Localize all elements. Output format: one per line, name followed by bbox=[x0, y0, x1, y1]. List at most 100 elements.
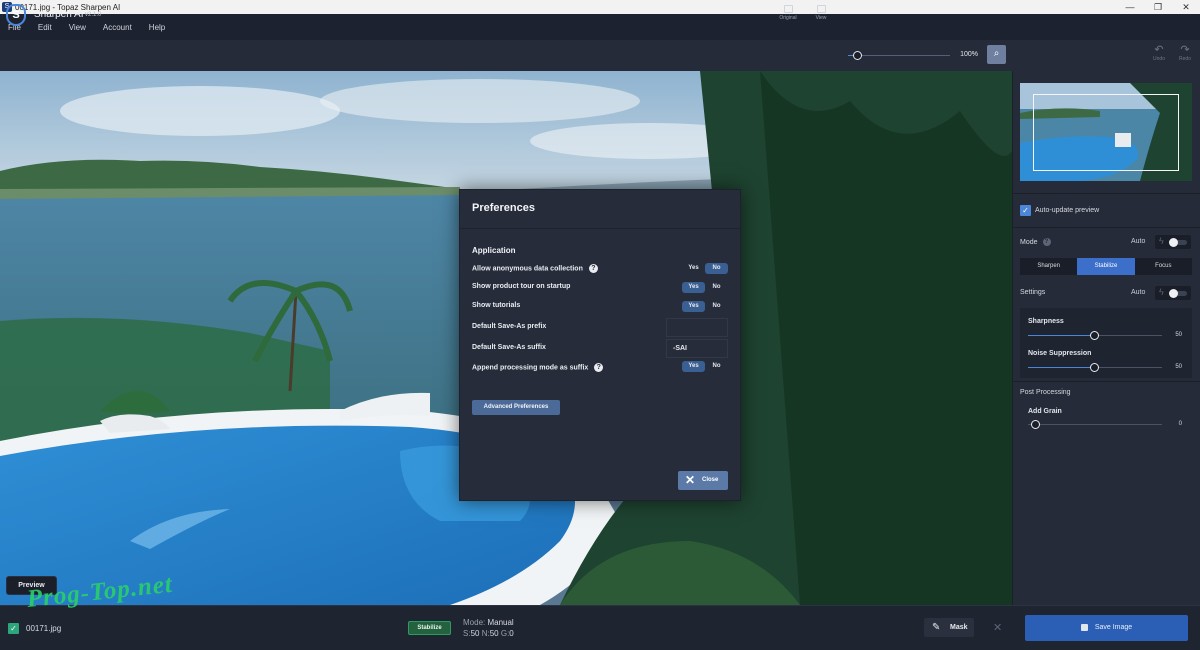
noise-value: 50 bbox=[1175, 364, 1182, 370]
save-image-button[interactable]: Save Image bbox=[1025, 615, 1188, 641]
settings-auto-label: Auto bbox=[1131, 289, 1146, 296]
auto-update-checkbox[interactable]: ✓ bbox=[1020, 205, 1031, 216]
toggle-no[interactable]: No bbox=[705, 301, 728, 312]
sharpness-handle[interactable] bbox=[1090, 331, 1099, 340]
settings-auto-switch[interactable]: ϟ bbox=[1155, 286, 1191, 300]
menu-help[interactable]: Help bbox=[149, 23, 165, 32]
tab-focus[interactable]: Focus bbox=[1135, 258, 1192, 275]
view-mode-button[interactable]: View bbox=[808, 5, 834, 21]
sharpness-value: 50 bbox=[1175, 332, 1182, 338]
header-toolbar bbox=[0, 40, 1200, 71]
undo-button[interactable]: ↶ Undo bbox=[1148, 44, 1170, 62]
tab-sharpen[interactable]: Sharpen bbox=[1020, 258, 1077, 275]
help-icon[interactable]: ? bbox=[1042, 238, 1051, 246]
viewport-frame[interactable] bbox=[1033, 94, 1179, 171]
app-version: v2.1.0 bbox=[85, 12, 102, 18]
image-icon bbox=[783, 5, 793, 13]
file-checkbox[interactable]: ✓ bbox=[8, 623, 19, 634]
bolt-icon: ϟ bbox=[1159, 236, 1164, 246]
mode-label: Mode bbox=[1020, 238, 1038, 246]
app-name: Sharpen AI bbox=[34, 9, 84, 20]
pref-append-mode: Append processing mode as suffix? bbox=[472, 363, 604, 372]
divider bbox=[1012, 193, 1200, 194]
auto-update-label: Auto-update preview bbox=[1035, 207, 1100, 214]
redo-icon: ↷ bbox=[1180, 44, 1190, 56]
title-bar: S 00171.jpg - Topaz Sharpen AI — ❐ ✕ bbox=[0, 0, 1200, 14]
toggle-no[interactable]: No bbox=[705, 263, 728, 274]
toggle-yes[interactable]: Yes bbox=[682, 301, 705, 312]
close-button[interactable]: ✕ Close bbox=[678, 471, 728, 490]
menu-account[interactable]: Account bbox=[103, 23, 132, 32]
grain-label: Add Grain bbox=[1028, 408, 1062, 415]
pref-label: Show tutorials bbox=[472, 302, 521, 309]
undo-label: Undo bbox=[1153, 56, 1165, 62]
undo-icon: ↶ bbox=[1154, 44, 1164, 56]
n-value: 50 bbox=[489, 629, 499, 638]
help-icon[interactable]: ? bbox=[594, 363, 604, 372]
view-label: View bbox=[815, 15, 827, 21]
mode-info: Mode: Manual S:50 N:50 G:0 bbox=[463, 617, 514, 639]
zoom-slider-handle[interactable] bbox=[853, 51, 862, 60]
zoom-slider-track[interactable] bbox=[848, 55, 950, 56]
help-icon[interactable]: ? bbox=[588, 264, 598, 273]
toggle-tutorials[interactable]: Yes No bbox=[682, 301, 728, 312]
suffix-input[interactable] bbox=[666, 339, 728, 358]
pref-tutorials: Show tutorials bbox=[472, 302, 520, 309]
preferences-dialog: Preferences Application Allow anonymous … bbox=[459, 189, 741, 501]
sharpen-logo-icon: S bbox=[6, 4, 26, 26]
original-view-button[interactable]: Original bbox=[775, 5, 801, 21]
toggle-data-collection[interactable]: Yes No bbox=[682, 263, 728, 274]
menu-bar: File Edit View Account Help bbox=[0, 14, 1200, 40]
mode-caption: Mode: bbox=[463, 618, 486, 627]
g-value: 0 bbox=[509, 629, 514, 638]
prefix-input[interactable] bbox=[666, 318, 728, 337]
redo-button[interactable]: ↷ Redo bbox=[1174, 44, 1196, 62]
divider bbox=[460, 228, 740, 229]
toggle-yes[interactable]: Yes bbox=[682, 282, 705, 293]
s-value: 50 bbox=[470, 629, 480, 638]
settings-label: Settings bbox=[1020, 289, 1046, 296]
mask-button[interactable]: ✎ Mask bbox=[924, 618, 974, 637]
noise-label: Noise Suppression bbox=[1028, 350, 1092, 357]
noise-handle[interactable] bbox=[1090, 363, 1099, 372]
toggle-yes[interactable]: Yes bbox=[682, 263, 705, 274]
switch-knob bbox=[1169, 289, 1178, 298]
close-label: Close bbox=[702, 477, 719, 483]
minimize-icon[interactable]: — bbox=[1116, 0, 1144, 14]
restore-icon[interactable]: ❐ bbox=[1144, 0, 1172, 14]
toggle-no[interactable]: No bbox=[705, 361, 728, 372]
original-label: Original bbox=[779, 15, 797, 21]
zoom-icon[interactable]: ⌕ bbox=[987, 45, 1006, 64]
dialog-title: Preferences bbox=[472, 202, 535, 214]
mode-badge: Stabilize bbox=[408, 621, 451, 635]
advanced-preferences-button[interactable]: Advanced Preferences bbox=[472, 400, 560, 415]
tab-stabilize[interactable]: Stabilize bbox=[1077, 258, 1135, 275]
mode-auto-label: Auto bbox=[1131, 238, 1146, 245]
remove-file-icon[interactable]: ✕ bbox=[993, 621, 1002, 634]
divider bbox=[1012, 381, 1200, 382]
bolt-icon: ϟ bbox=[1159, 287, 1164, 297]
n-caption: N: bbox=[481, 629, 490, 638]
file-name: 00171.jpg bbox=[26, 624, 62, 633]
mode-value: Manual bbox=[487, 618, 514, 627]
menu-edit[interactable]: Edit bbox=[38, 23, 52, 32]
monitor-icon bbox=[816, 5, 826, 13]
save-icon bbox=[1080, 623, 1088, 631]
toggle-product-tour[interactable]: Yes No bbox=[682, 282, 728, 293]
grain-track[interactable] bbox=[1028, 424, 1162, 425]
pref-label: Show product tour on startup bbox=[472, 283, 571, 290]
menu-view[interactable]: View bbox=[69, 23, 86, 32]
close-icon: ✕ bbox=[685, 473, 696, 487]
grain-handle[interactable] bbox=[1031, 420, 1041, 429]
sharpness-label: Sharpness bbox=[1028, 318, 1064, 325]
post-processing-label: Post Processing bbox=[1020, 389, 1071, 396]
pref-data-collection: Allow anonymous data collection? bbox=[472, 264, 598, 273]
mask-label: Mask bbox=[950, 624, 968, 631]
toggle-no[interactable]: No bbox=[705, 282, 728, 293]
noise-fill bbox=[1028, 367, 1095, 368]
toggle-append-mode[interactable]: Yes No bbox=[682, 361, 728, 372]
close-window-icon[interactable]: ✕ bbox=[1172, 0, 1200, 14]
mode-auto-switch[interactable]: ϟ bbox=[1155, 235, 1191, 249]
grain-value: 0 bbox=[1178, 421, 1182, 427]
toggle-yes[interactable]: Yes bbox=[682, 361, 705, 372]
